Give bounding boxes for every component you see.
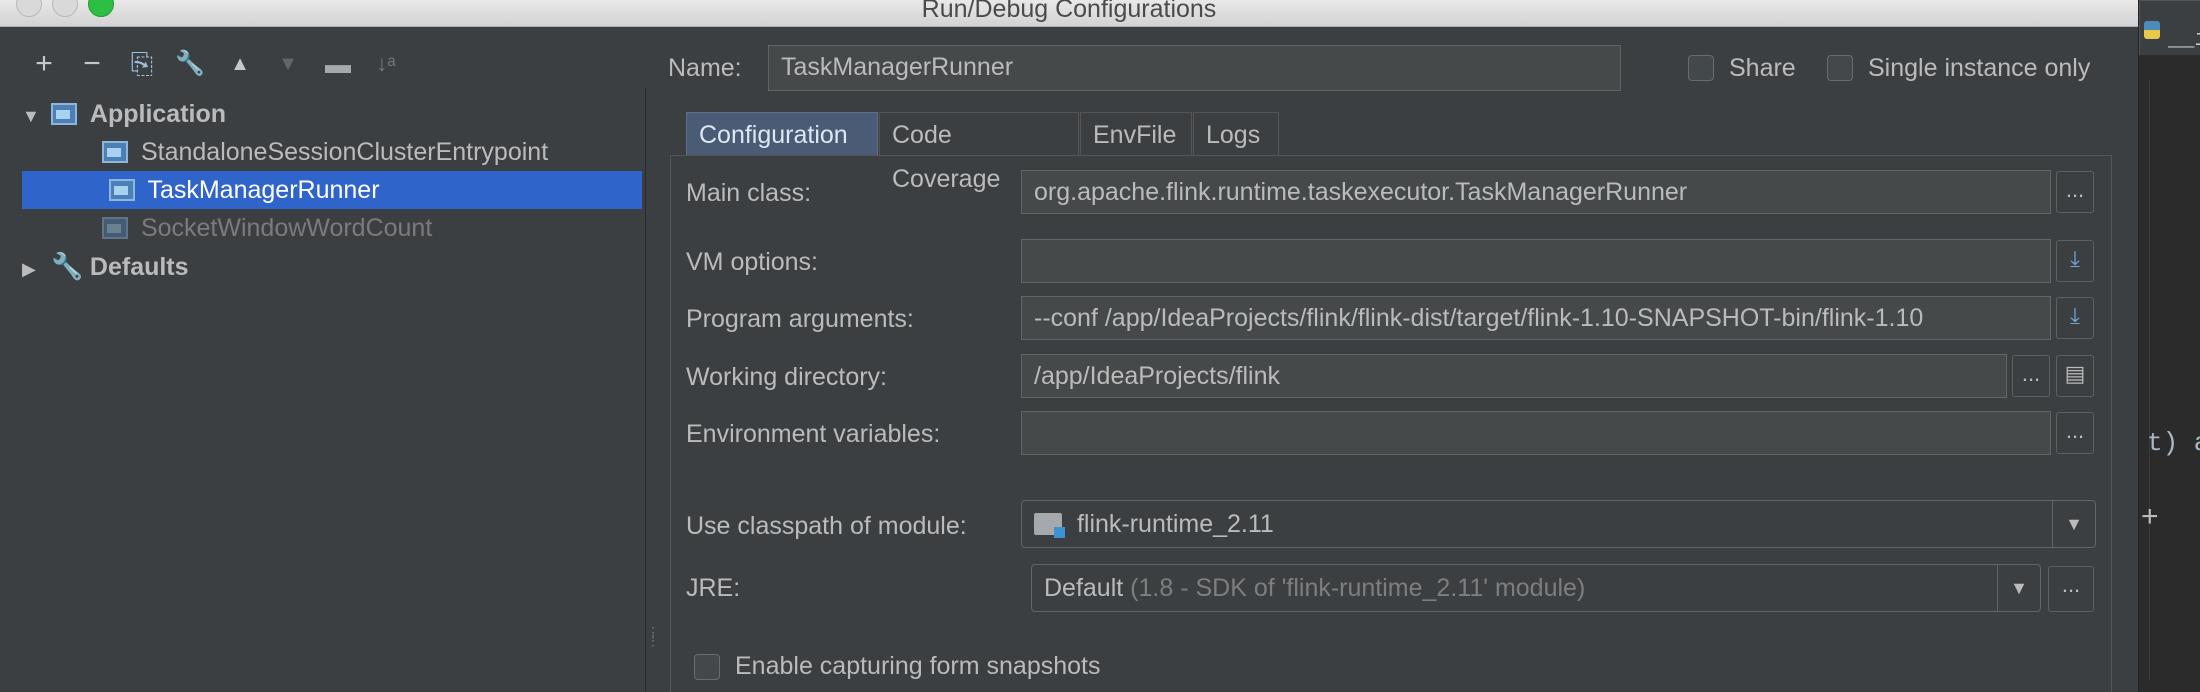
classpath-value: flink-runtime_2.11 [1076, 510, 1274, 538]
move-up-icon: ▲ [230, 53, 250, 75]
editor-file-tab[interactable]: __ini [2139, 0, 2200, 56]
classpath-label: Use classpath of module: [686, 512, 967, 540]
sort-button[interactable]: ↓ᵃ [368, 46, 404, 82]
chevron-down-icon[interactable]: ▼ [1997, 565, 2040, 611]
tree-node-defaults[interactable]: ▶ 🔧 Defaults [22, 247, 642, 285]
tree-node-label: Application [89, 100, 227, 128]
jre-select[interactable]: Default (1.8 - SDK of 'flink-runtime_2.1… [1031, 564, 2041, 612]
main-class-label: Main class: [686, 179, 812, 207]
folder-icon: ▬ [325, 49, 351, 79]
more-icon: ... [2021, 361, 2041, 386]
panel-splitter[interactable] [645, 88, 646, 692]
capture-snapshots-label: Enable capturing form snapshots [735, 652, 1101, 680]
move-down-button[interactable]: ▼ [270, 46, 306, 82]
sort-icon: ↓ᵃ [376, 51, 396, 76]
splitter-grip-icon[interactable]: ⋮ ⋮ [646, 625, 660, 647]
more-icon: ... [2065, 418, 2085, 443]
tree-item-label: StandaloneSessionClusterEntrypoint [140, 138, 549, 166]
tree-item-taskmanagerrunner[interactable]: TaskManagerRunner [22, 171, 642, 209]
jre-detail: (1.8 - SDK of 'flink-runtime_2.11' modul… [1130, 574, 1586, 602]
copy-config-button[interactable]: ⎘ [124, 46, 160, 82]
application-icon [102, 217, 128, 239]
application-icon [108, 179, 135, 201]
browse-jre-button[interactable]: ... [2048, 566, 2094, 612]
name-label: Name: [668, 54, 742, 82]
copy-icon: ⎘ [130, 48, 154, 79]
wrench-icon: 🔧 [175, 50, 205, 77]
more-icon: ... [2061, 572, 2081, 597]
module-folder-icon [1034, 513, 1065, 538]
vm-options-label: VM options: [686, 248, 819, 276]
single-instance-label: Single instance only [1868, 54, 2091, 82]
share-label: Share [1729, 54, 1796, 82]
tree-item-standalone[interactable]: StandaloneSessionClusterEntrypoint [102, 133, 642, 171]
create-folder-button[interactable]: ▬ [320, 46, 356, 82]
jre-value: Default [1044, 574, 1124, 602]
program-args-label: Program arguments: [686, 305, 914, 333]
working-dir-input[interactable]: /app/IdeaProjects/flink [1021, 354, 2007, 398]
tab-envfile[interactable]: EnvFile [1080, 112, 1192, 156]
move-up-button[interactable]: ▲ [222, 46, 258, 82]
env-vars-input[interactable] [1021, 411, 2051, 455]
vm-options-input[interactable] [1021, 239, 2051, 283]
editor-background: __ini t) a + [2138, 0, 2200, 692]
tree-item-label: SocketWindowWordCount [140, 214, 433, 242]
editor-code-fragment: t) a [2147, 428, 2200, 458]
title-bar: Run/Debug Configurations [0, 0, 2138, 27]
tree-item-label: TaskManagerRunner [147, 176, 380, 204]
collapse-arrow-icon[interactable]: ▶ [22, 250, 44, 288]
plus-icon: + [35, 47, 53, 80]
application-icon [50, 103, 77, 125]
tab-logs[interactable]: Logs [1193, 112, 1279, 156]
classpath-module-select[interactable]: flink-runtime_2.11 ▼ [1021, 500, 2096, 548]
document-icon: ▤ [2064, 361, 2086, 386]
chevron-down-icon[interactable]: ▼ [2052, 501, 2095, 547]
application-icon [102, 141, 128, 163]
edit-defaults-button[interactable]: 🔧 [172, 46, 208, 82]
expand-arrow-icon[interactable]: ▼ [22, 97, 44, 135]
insert-macro-button[interactable]: ▤ [2056, 355, 2094, 397]
window-title: Run/Debug Configurations [921, 0, 1217, 23]
expand-program-args-button[interactable]: ⤓ [2056, 297, 2094, 339]
tab-code-coverage[interactable]: Code Coverage [879, 112, 1079, 193]
main-class-input[interactable]: org.apache.flink.runtime.taskexecutor.Ta… [1021, 170, 2051, 214]
editor-plus-glyph: + [2141, 500, 2159, 533]
editor-gutter [2149, 80, 2150, 680]
env-vars-label: Environment variables: [686, 420, 941, 448]
tree-node-label: Defaults [89, 253, 189, 281]
browse-main-class-button[interactable]: ... [2056, 171, 2094, 213]
expand-icon: ⤓ [2070, 303, 2080, 328]
tab-configuration[interactable]: Configuration [686, 112, 878, 156]
edit-env-vars-button[interactable]: ... [2056, 412, 2094, 454]
program-args-input[interactable]: --conf /app/IdeaProjects/flink/flink-dis… [1021, 296, 2051, 340]
more-icon: ... [2065, 177, 2085, 202]
name-input[interactable]: TaskManagerRunner [768, 45, 1621, 91]
browse-working-dir-button[interactable]: ... [2012, 355, 2050, 397]
wrench-icon: 🔧 [50, 251, 84, 281]
move-down-icon: ▼ [278, 53, 298, 75]
single-instance-checkbox[interactable] [1827, 55, 1853, 81]
expand-vm-options-button[interactable]: ⤓ [2056, 240, 2094, 282]
add-config-button[interactable]: + [26, 46, 62, 82]
editor-tab-label: __ini [2168, 27, 2200, 52]
minus-icon: − [83, 47, 101, 80]
capture-snapshots-checkbox[interactable] [694, 654, 720, 680]
python-file-icon [2144, 21, 2160, 39]
tree-item-socketwindowwordcount[interactable]: SocketWindowWordCount [102, 209, 642, 247]
tree-node-application[interactable]: ▼ Application [22, 95, 642, 133]
jre-label: JRE: [686, 574, 741, 602]
share-checkbox[interactable] [1688, 55, 1714, 81]
working-dir-label: Working directory: [686, 363, 887, 391]
remove-config-button[interactable]: − [74, 46, 110, 82]
expand-icon: ⤓ [2070, 246, 2080, 271]
